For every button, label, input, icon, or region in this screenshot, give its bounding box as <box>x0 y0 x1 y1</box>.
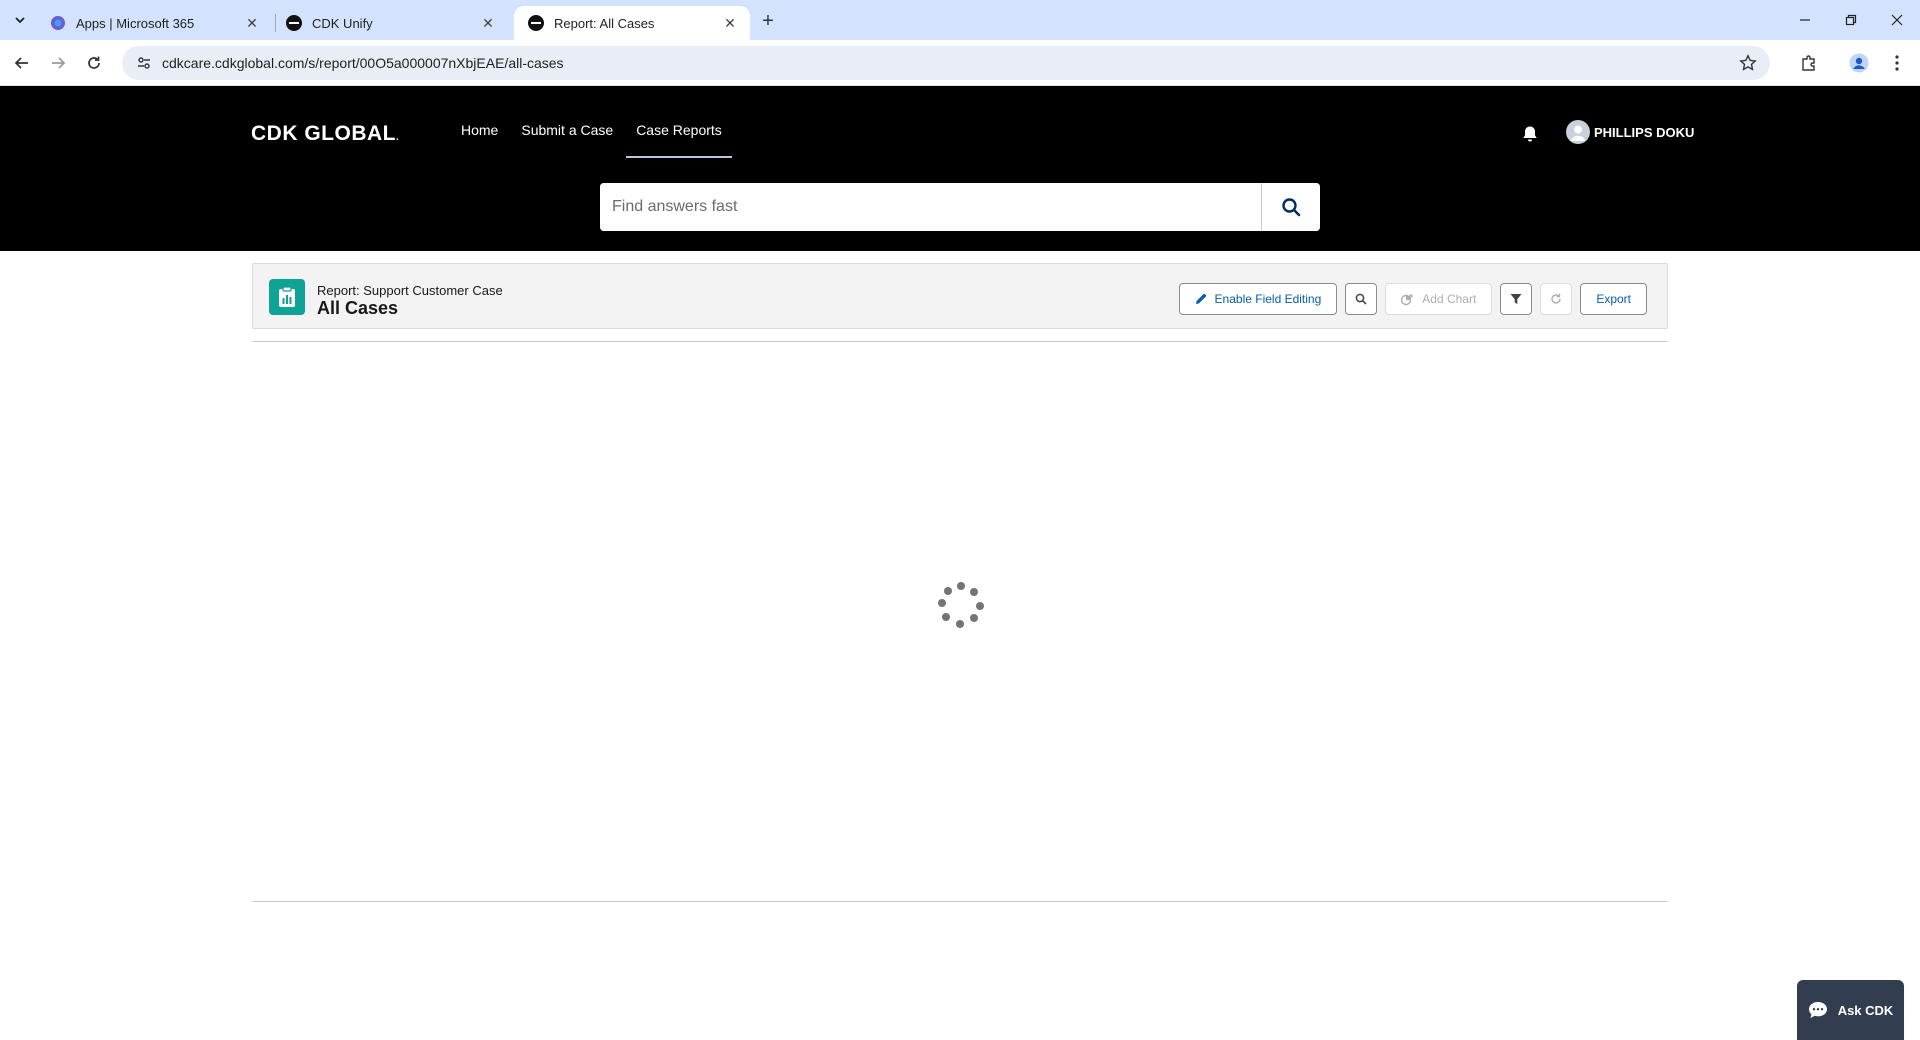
extensions-button[interactable] <box>1796 50 1822 76</box>
new-tab-button[interactable]: + <box>756 9 780 33</box>
close-icon[interactable]: ✕ <box>244 15 260 31</box>
close-window-button[interactable] <box>1874 0 1920 40</box>
arrow-left-icon <box>14 57 28 69</box>
restore-icon <box>1845 14 1857 26</box>
address-bar[interactable]: cdkcare.cdkglobal.com/s/report/00O5a0000… <box>122 46 1770 80</box>
filter-icon <box>1510 294 1522 304</box>
nav-submit-a-case[interactable]: Submit a Case <box>521 122 613 156</box>
tab-title: Apps | Microsoft 365 <box>76 15 195 31</box>
search-icon <box>1355 293 1367 305</box>
loading-spinner <box>936 580 986 630</box>
bookmark-star-icon[interactable] <box>1738 53 1758 73</box>
spinner-dot <box>957 582 965 590</box>
knowledge-search <box>600 183 1320 231</box>
tab-title: Report: All Cases <box>554 15 655 31</box>
report-header: Report: Support Customer Case All Cases … <box>252 263 1668 329</box>
user-menu[interactable]: PHILLIPS DOKU <box>1566 120 1694 144</box>
close-icon <box>1891 14 1903 26</box>
reload-icon <box>88 56 100 69</box>
spinner-dot <box>938 599 946 607</box>
content-divider-top <box>252 341 1668 342</box>
search-report-button[interactable] <box>1345 283 1378 315</box>
spinner-dot <box>942 613 950 621</box>
ask-cdk-label: Ask CDK <box>1837 1002 1894 1018</box>
tab-report-all-cases[interactable]: Report: All Cases ✕ <box>514 6 750 40</box>
close-icon[interactable]: ✕ <box>722 15 738 31</box>
spinner-dot <box>956 620 964 628</box>
search-icon <box>1282 198 1301 217</box>
refresh-icon <box>1551 293 1562 304</box>
button-label: Enable Field Editing <box>1214 292 1322 306</box>
user-name: PHILLIPS DOKU <box>1594 124 1695 140</box>
plus-icon: + <box>762 9 774 32</box>
spinner-dot <box>970 588 978 596</box>
user-icon <box>1570 125 1586 141</box>
kebab-menu-icon <box>1895 55 1899 71</box>
forward-button[interactable] <box>44 49 72 77</box>
notifications-bell-icon[interactable] <box>1520 124 1540 144</box>
refresh-button[interactable] <box>1540 283 1573 315</box>
avatar <box>1566 120 1590 144</box>
report-title: All Cases <box>317 298 399 318</box>
url-text: cdkcare.cdkglobal.com/s/report/00O5a0000… <box>162 55 564 71</box>
cdk-icon <box>286 15 302 31</box>
search-button[interactable] <box>1261 183 1320 231</box>
nav-case-reports[interactable]: Case Reports <box>626 122 732 158</box>
arrow-right-icon <box>52 57 66 69</box>
spinner-dot <box>970 614 978 622</box>
pencil-icon <box>1195 293 1207 305</box>
cdk-icon <box>528 15 544 31</box>
reload-button[interactable] <box>80 49 108 77</box>
ask-cdk-chat-button[interactable]: Ask CDK <box>1797 980 1904 1040</box>
minimize-button[interactable] <box>1782 0 1828 40</box>
tab-cdk-unify[interactable]: CDK Unify ✕ <box>272 6 508 40</box>
restore-button[interactable] <box>1828 0 1874 40</box>
add-chart-button[interactable]: Add Chart <box>1385 283 1493 315</box>
report-actions: Enable Field Editing Add Chart Export <box>1171 283 1647 315</box>
enable-field-editing-button[interactable]: Enable Field Editing <box>1178 283 1338 315</box>
minimize-icon <box>1800 19 1810 21</box>
chat-bubble-icon <box>1808 1001 1828 1019</box>
spinner-dot <box>976 602 984 610</box>
browser-tab-bar: Apps | Microsoft 365 ✕ CDK Unify ✕ Repor… <box>0 0 1920 40</box>
content-divider-bottom <box>252 901 1668 902</box>
export-button[interactable]: Export <box>1580 283 1647 315</box>
tab-title: CDK Unify <box>312 15 373 31</box>
close-icon[interactable]: ✕ <box>480 15 496 31</box>
m365-icon <box>50 15 66 31</box>
back-button[interactable] <box>8 49 36 77</box>
button-label: Add Chart <box>1422 292 1477 306</box>
profile-icon <box>1849 53 1869 73</box>
browser-toolbar: cdkcare.cdkglobal.com/s/report/00O5a0000… <box>0 40 1920 86</box>
report-subtitle: Report: Support Customer Case <box>317 283 503 298</box>
site-header: CDK GLOBAL. Home Submit a Case Case Repo… <box>0 86 1920 251</box>
cdk-global-logo[interactable]: CDK GLOBAL. <box>251 122 399 146</box>
filter-button[interactable] <box>1500 283 1533 315</box>
report-icon <box>269 279 305 315</box>
chart-icon <box>1401 293 1414 306</box>
tab-search-button[interactable] <box>8 8 32 32</box>
search-input[interactable] <box>600 183 1261 231</box>
main-navigation: Home Submit a Case Case Reports <box>461 122 745 158</box>
nav-home[interactable]: Home <box>461 122 498 156</box>
tab-microsoft-365[interactable]: Apps | Microsoft 365 ✕ <box>36 6 272 40</box>
profile-button[interactable] <box>1846 50 1872 76</box>
puzzle-icon <box>1802 55 1815 71</box>
logo-text: CDK GLOBAL <box>251 122 396 145</box>
site-info-icon[interactable] <box>128 46 160 80</box>
spinner-dot <box>944 587 952 595</box>
browser-menu-button[interactable] <box>1884 50 1910 76</box>
chevron-down-icon <box>15 17 25 24</box>
